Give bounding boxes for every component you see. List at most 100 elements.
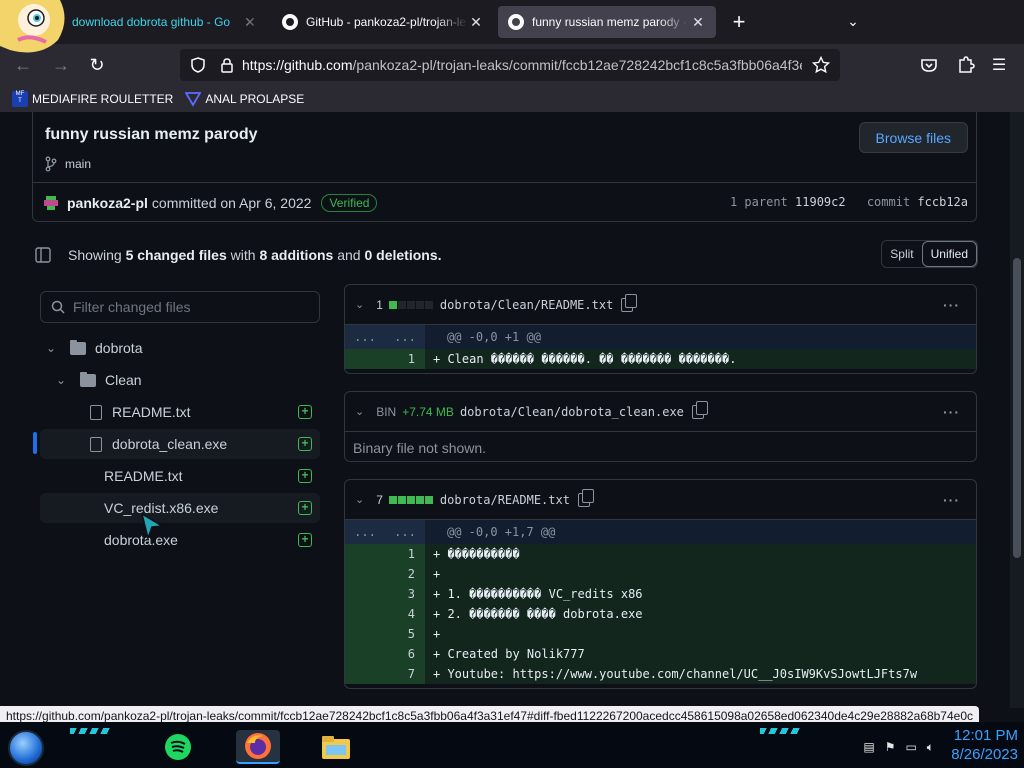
bookmark-star-icon[interactable] bbox=[812, 56, 830, 74]
commit-sha: fccb12a bbox=[917, 195, 968, 209]
taskbar-spotify[interactable] bbox=[156, 730, 200, 764]
clock-time: 12:01 PM bbox=[953, 727, 1018, 744]
diff-file-dobrota-clean-exe: ⌄ BIN +7.74 MB dobrota/Clean/dobrota_cle… bbox=[344, 391, 977, 462]
kebab-menu-icon[interactable]: ··· bbox=[943, 297, 960, 313]
line-number[interactable]: 6 bbox=[345, 644, 425, 664]
system-tray: ▤ ⚑ ▭ 🔈︎ bbox=[863, 740, 934, 755]
browse-files-button[interactable]: Browse files bbox=[858, 122, 968, 153]
tree-file-vc-redist[interactable]: VC_redist.x86.exe + bbox=[40, 493, 320, 523]
tree-folder-dobrota[interactable]: ⌄ dobrota bbox=[46, 333, 320, 363]
chevron-down-icon[interactable]: ⌄ bbox=[355, 298, 364, 311]
flag-icon[interactable]: ⚑ bbox=[885, 740, 896, 755]
selection-indicator bbox=[33, 432, 37, 454]
tree-file-dobrota-clean-exe[interactable]: dobrota_clean.exe + bbox=[40, 429, 320, 459]
chevron-down-icon[interactable]: ⌄ bbox=[355, 493, 364, 506]
author-avatar[interactable] bbox=[41, 192, 61, 213]
close-icon[interactable]: ✕ bbox=[468, 14, 484, 31]
taskbar-firefox[interactable] bbox=[236, 730, 280, 764]
list-tabs-button[interactable]: ⌄ bbox=[840, 8, 866, 34]
start-button[interactable] bbox=[8, 730, 44, 766]
expand-hunk-button[interactable]: ...... bbox=[345, 520, 425, 544]
volume-icon[interactable]: 🔈︎ bbox=[927, 740, 934, 755]
tab-commit[interactable]: funny russian memz parody · pa ✕ bbox=[498, 6, 716, 38]
clock-date: 8/26/2023 bbox=[951, 746, 1018, 763]
additions-count: 8 additions bbox=[259, 247, 334, 263]
close-icon[interactable]: ✕ bbox=[690, 14, 706, 31]
taskbar-decoration bbox=[760, 728, 800, 734]
line-code: + Created by Nolik777 bbox=[433, 647, 585, 661]
expand-hunk-button[interactable]: ...... bbox=[345, 325, 425, 349]
chevron-down-icon: ⌄ bbox=[56, 373, 67, 387]
folder-icon bbox=[322, 736, 350, 759]
tab-search[interactable]: download dobrota github - Go ✕ bbox=[62, 6, 268, 38]
extensions-icon[interactable] bbox=[952, 52, 978, 78]
branch-indicator[interactable]: main bbox=[43, 156, 91, 172]
line-code: + Youtube: https://www.youtube.com/chann… bbox=[433, 667, 918, 681]
chevron-down-icon: ⌄ bbox=[46, 341, 57, 355]
unified-view-button[interactable]: Unified bbox=[921, 241, 977, 267]
binary-note: Binary file not shown. bbox=[353, 440, 487, 456]
hunk-text: @@ -0,0 +1 @@ bbox=[447, 330, 541, 344]
split-view-button[interactable]: Split bbox=[882, 241, 921, 267]
close-icon[interactable]: ✕ bbox=[242, 14, 258, 31]
network-icon[interactable]: ▤ bbox=[863, 740, 874, 755]
tree-file-readme[interactable]: README.txt + bbox=[40, 461, 320, 491]
hunk-header: ...... @@ -0,0 +1 @@ bbox=[345, 325, 976, 349]
diffstat-icon bbox=[388, 300, 434, 309]
sidebar-toggle-icon[interactable] bbox=[34, 246, 52, 264]
diff-file-path[interactable]: dobrota/Clean/README.txt bbox=[440, 298, 613, 312]
mouse-cursor-icon bbox=[140, 512, 164, 540]
diff-file-header: ⌄ 1 dobrota/Clean/README.txt ··· bbox=[345, 285, 976, 325]
address-bar[interactable]: https://github.com/pankoza2-pl/trojan-le… bbox=[180, 49, 840, 81]
taskbar-decoration bbox=[70, 728, 110, 734]
spotify-icon bbox=[165, 734, 191, 760]
author-link[interactable]: pankoza2-pl bbox=[67, 195, 148, 211]
menu-icon[interactable]: ☰ bbox=[986, 52, 1012, 78]
tab-label: funny russian memz parody · pa bbox=[532, 15, 690, 29]
line-code: + 1. ���������� VC_redits x86 bbox=[433, 587, 643, 601]
reload-button[interactable]: ↻ bbox=[84, 52, 110, 78]
branch-name: main bbox=[65, 157, 92, 171]
commit-title: funny russian memz parody bbox=[45, 126, 258, 143]
taskbar-explorer[interactable] bbox=[314, 730, 358, 764]
diff-file-path[interactable]: dobrota/Clean/dobrota_clean.exe bbox=[460, 405, 684, 419]
display-icon[interactable]: ▭ bbox=[905, 740, 916, 755]
kebab-menu-icon[interactable]: ··· bbox=[943, 492, 960, 508]
diff-file-header: ⌄ 7 dobrota/README.txt ··· bbox=[345, 480, 976, 520]
commit-label: commit bbox=[866, 195, 911, 209]
tree-item-label: README.txt bbox=[112, 404, 191, 420]
line-number[interactable]: 4 bbox=[345, 604, 425, 624]
copy-icon[interactable] bbox=[621, 293, 638, 312]
tab-github-repo[interactable]: GitHub - pankoza2-pl/trojan-le ✕ bbox=[272, 6, 494, 38]
diffstat-icon bbox=[388, 495, 434, 504]
line-number[interactable]: 7 bbox=[345, 664, 425, 684]
line-number[interactable]: 3 bbox=[345, 584, 425, 604]
git-branch-icon bbox=[45, 156, 57, 172]
line-code: + bbox=[433, 567, 441, 581]
tree-file-clean-readme[interactable]: README.txt + bbox=[40, 397, 320, 427]
line-number[interactable]: 2 bbox=[345, 564, 425, 584]
chevron-down-icon[interactable]: ⌄ bbox=[355, 405, 364, 418]
filter-files-input[interactable]: Filter changed files bbox=[40, 291, 320, 323]
page-scrollbar[interactable] bbox=[1010, 112, 1024, 708]
line-number[interactable]: 1 bbox=[345, 544, 425, 564]
scrollbar-thumb[interactable] bbox=[1013, 258, 1021, 558]
verified-badge[interactable]: Verified bbox=[321, 193, 378, 212]
copy-icon[interactable] bbox=[577, 488, 594, 507]
binary-size: +7.74 MB bbox=[402, 404, 454, 419]
diff-file-path[interactable]: dobrota/README.txt bbox=[440, 493, 570, 507]
copy-icon[interactable] bbox=[691, 400, 708, 419]
pocket-icon[interactable] bbox=[916, 52, 942, 78]
kebab-menu-icon[interactable]: ··· bbox=[943, 404, 960, 420]
taskbar-clock[interactable]: 12:01 PM 8/26/2023 bbox=[951, 726, 1018, 764]
bookmark-mediafire[interactable]: MF T MEDIAFIRE ROULETTER bbox=[12, 91, 173, 107]
url-text: https://github.com/pankoza2-pl/trojan-le… bbox=[242, 57, 802, 73]
bookmarks-toolbar: MF T MEDIAFIRE ROULETTER ANAL PROLAPSE bbox=[0, 86, 1024, 112]
parent-sha-link[interactable]: 11909c2 bbox=[795, 195, 846, 209]
line-number[interactable]: 5 bbox=[345, 624, 425, 644]
line-number[interactable]: 1 bbox=[345, 349, 425, 369]
tree-file-dobrota-exe[interactable]: dobrota.exe + bbox=[40, 525, 320, 555]
new-tab-button[interactable]: + bbox=[726, 9, 752, 35]
bookmark-prolapse[interactable]: ANAL PROLAPSE bbox=[185, 91, 304, 107]
tree-folder-clean[interactable]: ⌄ Clean bbox=[56, 365, 320, 395]
